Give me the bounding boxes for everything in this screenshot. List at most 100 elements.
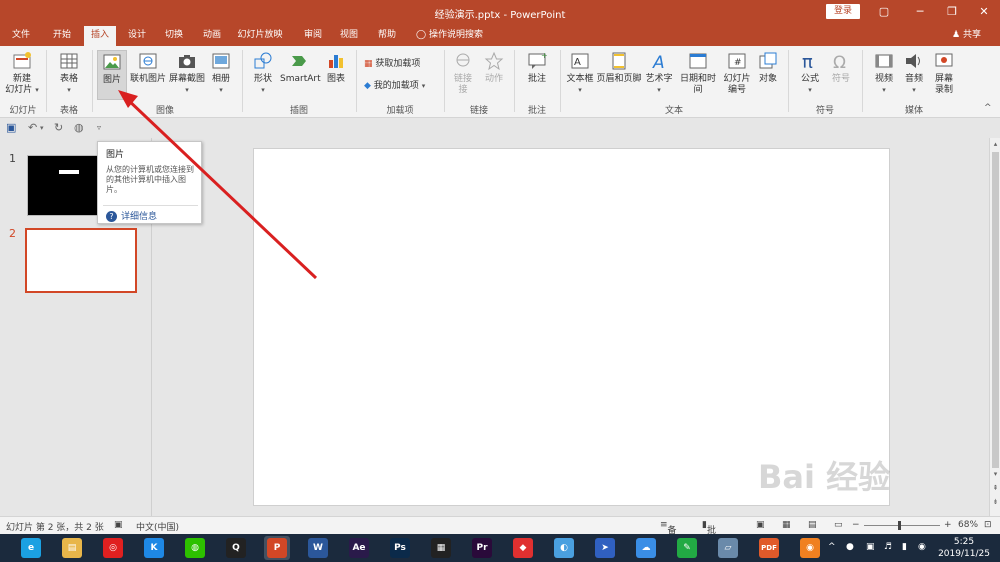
taskbar-photoshop-icon[interactable]: Ps [387,536,413,560]
chart-button[interactable]: 图表 [322,50,350,85]
vertical-scrollbar[interactable]: ▴ ▾ ⇞ ⇟ [989,138,1000,516]
login-button[interactable]: 登录 [826,4,860,19]
taskbar-app-green-icon[interactable]: ✎ [674,536,700,560]
header-footer-button[interactable]: 页眉和页脚 [596,50,642,85]
audio-button[interactable]: 音频 ▾ [900,50,928,96]
table-button[interactable]: 表格 ▾ [54,50,84,96]
photo-album-button[interactable]: 相册 ▾ [208,50,234,96]
link-button[interactable]: 链接接 [450,50,476,96]
reading-view-icon[interactable]: ▤ [808,520,817,530]
comments-button[interactable]: ▮ 批注 [702,520,716,549]
group-addins-label: 加载项 [386,106,414,116]
textbox-button[interactable]: A 文本框 ▾ [564,50,596,96]
taskbar-app-colorful-icon[interactable]: ◆ [510,536,536,560]
ime-tray-icon[interactable]: ◉ [918,542,926,552]
wordart-button[interactable]: A 艺术字 ▾ [644,50,674,96]
tab-transitions[interactable]: 切换 [158,28,190,46]
picture-button[interactable]: 图片 [97,50,127,100]
tab-insert[interactable]: 插入 [84,26,116,46]
taskbar-qq-icon[interactable]: Q [223,536,249,560]
slide-thumbnail-2[interactable] [25,228,137,293]
tell-me-search[interactable]: ◯ 操作说明搜索 [416,28,483,42]
taskbar-baidu-netdisk-icon[interactable]: ☁ [633,536,659,560]
screenshot-button[interactable]: 屏幕截图 ▾ [168,50,206,96]
redo-icon[interactable]: ↻ [54,121,63,134]
slide-number-button[interactable]: # 幻灯片 编号 [722,50,752,96]
customize-qat-icon[interactable]: ▿ [97,123,101,132]
zoom-level[interactable]: 68% [958,520,978,530]
tab-home[interactable]: 开始 [44,28,80,46]
action-button[interactable]: 动作 [480,50,508,85]
close-button[interactable]: ✕ [966,0,1000,24]
taskbar-app-notebook-icon[interactable]: ▱ [715,536,741,560]
prev-slide-icon[interactable]: ⇞ [991,484,1000,494]
tooltip-help-link[interactable]: ? 详细信息 [106,209,157,222]
language-status[interactable]: 中文(中国) [136,520,179,533]
save-icon[interactable]: ▣ [6,121,16,134]
taskbar-pdf-icon[interactable]: PDF [756,536,782,560]
next-slide-icon[interactable]: ⇟ [991,498,1000,508]
slide-sorter-icon[interactable]: ▦ [782,520,791,530]
scrollbar-thumb[interactable] [992,152,999,468]
smartart-button[interactable]: SmartArt [280,50,321,85]
tab-help[interactable]: 帮助 [372,28,402,46]
taskbar-clock[interactable]: 5:25 2019/11/25 [934,536,994,560]
volume-tray-icon[interactable]: ♬ [884,542,892,552]
equation-button[interactable]: π 公式 ▾ [796,50,824,96]
taskbar-app-orange-icon[interactable]: ◉ [797,536,823,560]
table-icon [60,53,78,69]
network-tray-icon[interactable]: ▣ [866,542,875,552]
taskbar-netease-icon[interactable]: ◎ [100,536,126,560]
undo-dropdown-icon[interactable]: ▾ [40,124,44,132]
battery-tray-icon[interactable]: ▮ [902,542,907,552]
taskbar-premiere-icon[interactable]: Pr [469,536,495,560]
taskbar-video-editor-icon[interactable]: ▦ [428,536,454,560]
zoom-out-icon[interactable]: − [852,520,860,530]
tray-chevron-icon[interactable]: ^ [828,542,836,552]
fit-slide-icon[interactable]: ⊡ [984,520,992,530]
tab-review[interactable]: 审阅 [298,28,328,46]
taskbar-app-plane-icon[interactable]: ➤ [592,536,618,560]
my-addins-button[interactable]: ◆ 我的加载项 ▾ [364,80,425,92]
spellcheck-icon[interactable]: ▣ [114,520,123,530]
shapes-button[interactable]: 形状 ▾ [248,50,278,96]
taskbar-kugou-icon[interactable]: K [141,536,167,560]
undo-icon[interactable]: ↶ [28,121,37,134]
zoom-slider-thumb[interactable] [898,521,901,530]
taskbar-powerpoint-icon[interactable]: P [264,536,290,560]
scroll-down-icon[interactable]: ▾ [991,470,1000,480]
taskbar-explorer-icon[interactable]: ▤ [59,536,85,560]
zoom-slider[interactable] [864,525,940,526]
maximize-button[interactable]: ❐ [934,0,970,24]
share-button[interactable]: ♟ 共享 [952,28,981,42]
date-time-button[interactable]: 日期和时间 [676,50,720,96]
tab-design[interactable]: 设计 [122,28,152,46]
tab-slideshow[interactable]: 幻灯片放映 [232,28,288,46]
taskbar-word-icon[interactable]: W [305,536,331,560]
comment-button[interactable]: + 批注 [522,50,552,85]
taskbar-browser-icon[interactable]: e [18,536,44,560]
taskbar-wechat-icon[interactable]: ◍ [182,536,208,560]
new-slide-button[interactable]: 新建 幻灯片 ▾ [4,50,40,96]
qq-tray-icon[interactable]: ● [846,542,854,552]
ribbon-display-button[interactable]: ▢ [866,0,902,24]
symbol-button[interactable]: Ω 符号 [828,50,854,85]
slideshow-view-icon[interactable]: ▭ [834,520,843,530]
tab-file[interactable]: 文件 [6,28,36,46]
collapse-ribbon-icon[interactable]: ^ [984,102,992,114]
video-button[interactable]: 视频 ▾ [870,50,898,96]
scroll-up-icon[interactable]: ▴ [991,140,1000,150]
zoom-in-icon[interactable]: + [944,520,952,530]
online-picture-button[interactable]: 联机图片 [129,50,167,85]
screen-recording-button[interactable]: 屏幕 录制 [930,50,958,96]
object-button[interactable]: 对象 [754,50,782,85]
present-icon[interactable]: ◍ [74,121,84,134]
minimize-button[interactable]: ─ [902,0,938,24]
tab-view[interactable]: 视图 [334,28,364,46]
get-addins-button[interactable]: ▦ 获取加载项 [364,58,420,70]
taskbar-app-bird-icon[interactable]: ◐ [551,536,577,560]
tab-animations[interactable]: 动画 [196,28,228,46]
taskbar-aftereffects-icon[interactable]: Ae [346,536,372,560]
normal-view-icon[interactable]: ▣ [756,520,765,530]
notes-button[interactable]: ≡ 备注 [660,520,677,549]
